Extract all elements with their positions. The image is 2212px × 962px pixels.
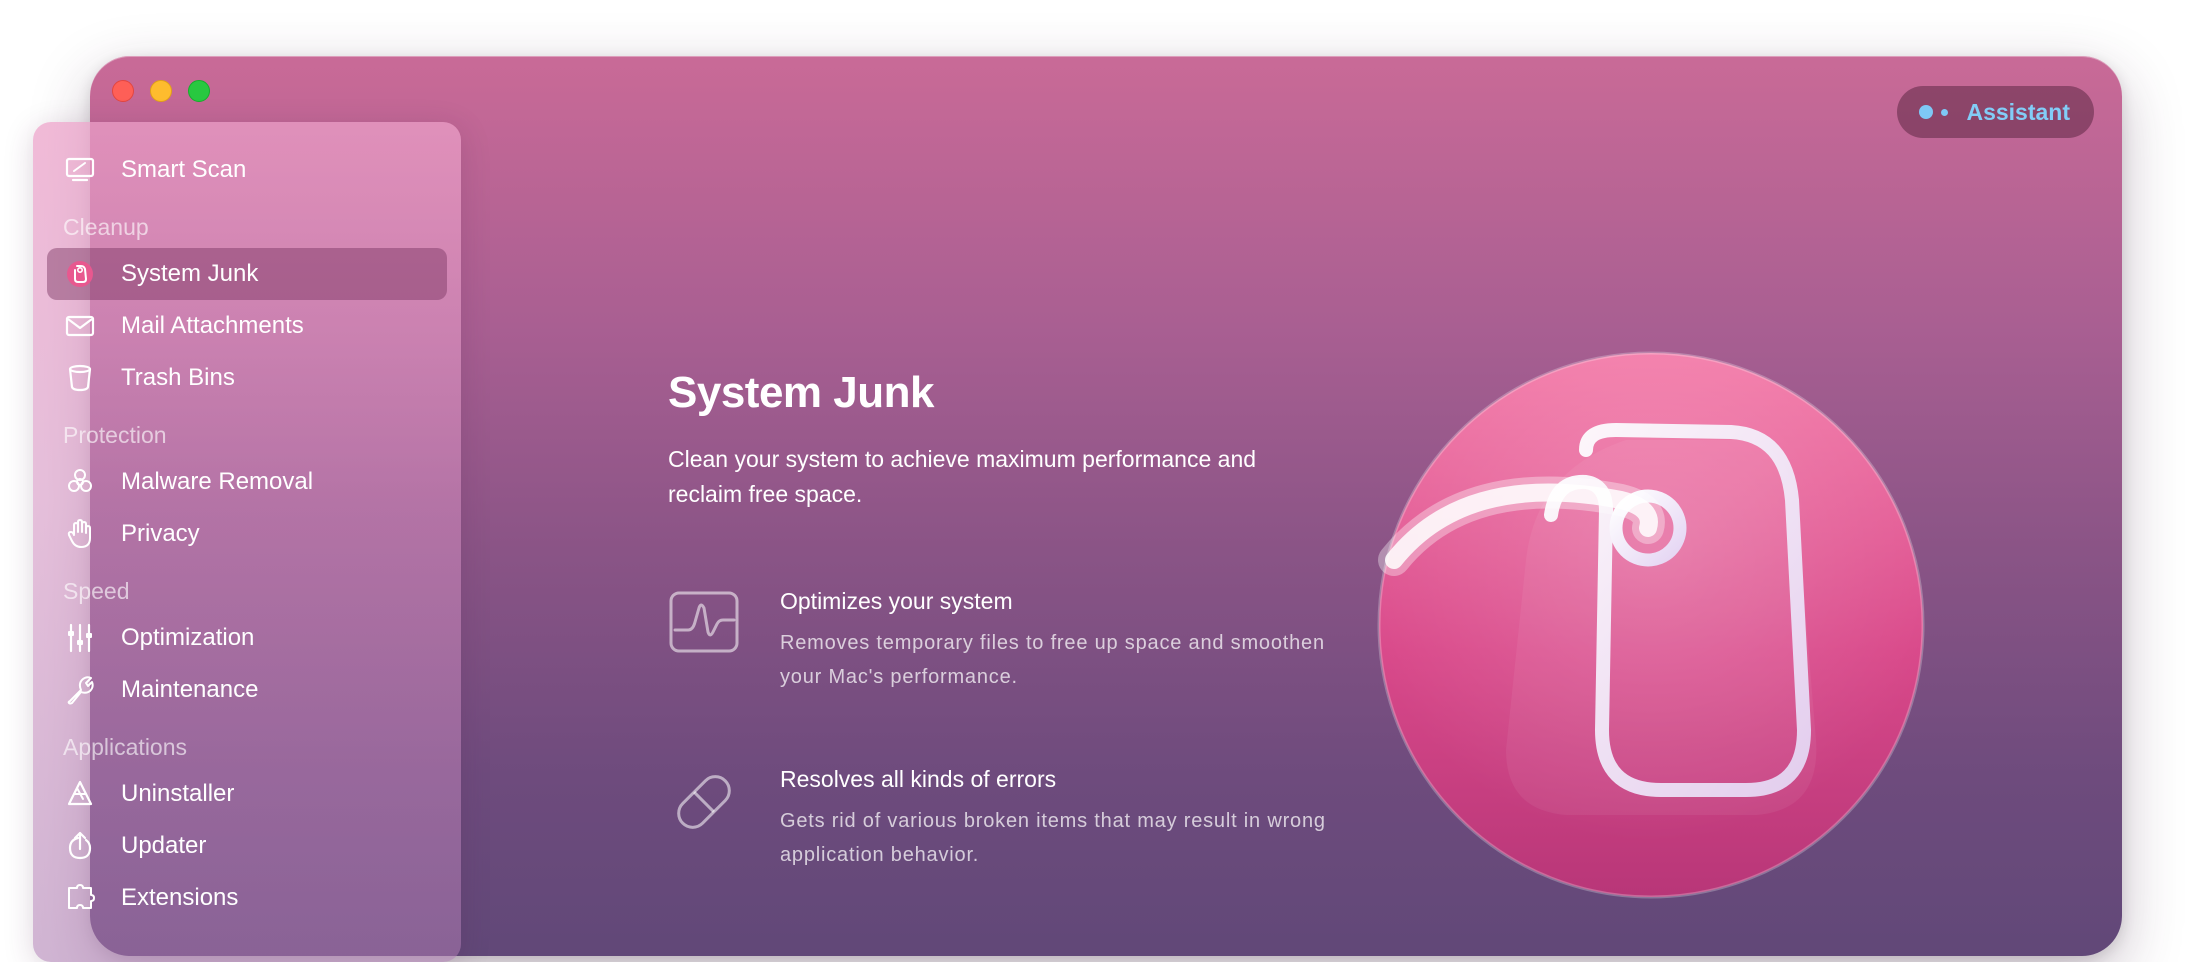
sidebar-item-label: Updater	[121, 832, 207, 859]
close-button[interactable]	[112, 80, 134, 102]
sidebar-item-system-junk[interactable]: System Junk	[47, 248, 447, 300]
sidebar-item-maintenance[interactable]: Maintenance	[47, 664, 447, 716]
assistant-dot-icon	[1919, 105, 1934, 119]
sidebar-item-trash-bins[interactable]: Trash Bins	[47, 352, 447, 404]
uninstaller-icon	[63, 777, 97, 811]
system-junk-icon	[63, 257, 97, 291]
feature-title: Resolves all kinds of errors	[780, 766, 1057, 792]
sidebar-item-mail-attachments[interactable]: Mail Attachments	[47, 300, 447, 352]
feature-description: Removes temporary files to free up space…	[780, 632, 1325, 688]
sidebar-item-malware-removal[interactable]: Malware Removal	[47, 456, 447, 508]
sidebar-section-title: Speed	[63, 577, 130, 604]
sidebar-item-optimization[interactable]: Optimization	[47, 612, 447, 664]
biohazard-icon	[63, 465, 97, 499]
minimize-button[interactable]	[150, 80, 172, 102]
assistant-small-dot-icon	[1941, 108, 1949, 116]
page-title: System Junk	[668, 368, 934, 417]
feature-title: Optimizes your system	[780, 588, 1013, 614]
zoom-button[interactable]	[188, 80, 210, 102]
pulse-monitor-icon	[669, 591, 739, 653]
sidebar-item-uninstaller[interactable]: Uninstaller	[47, 768, 447, 820]
sidebar: Smart Scan Cleanup System Junk Mail Atta…	[33, 122, 461, 962]
sidebar-item-label: System Junk	[121, 260, 259, 287]
envelope-icon	[63, 309, 97, 343]
sidebar-section-title: Applications	[63, 733, 188, 760]
sidebar-section-title: Cleanup	[63, 213, 149, 240]
sidebar-item-label: Maintenance	[121, 676, 259, 703]
sidebar-section-title: Protection	[63, 421, 167, 448]
assistant-button[interactable]: Assistant	[1897, 86, 2094, 138]
trash-bin-icon	[63, 361, 97, 395]
sidebar-item-label: Optimization	[121, 624, 255, 651]
feature-description: Gets rid of various broken items that ma…	[780, 810, 1326, 866]
sidebar-item-extensions[interactable]: Extensions	[47, 872, 447, 924]
window-controls	[112, 80, 210, 102]
system-junk-hero-icon	[1377, 351, 1925, 899]
sidebar-item-smart-scan[interactable]: Smart Scan	[47, 144, 447, 196]
sidebar-item-updater[interactable]: Updater	[47, 820, 447, 872]
sidebar-item-label: Trash Bins	[121, 364, 235, 391]
page-subtitle: Clean your system to achieve maximum per…	[668, 446, 1257, 507]
pill-icon	[677, 775, 731, 829]
sidebar-item-label: Mail Attachments	[121, 312, 304, 339]
sidebar-item-label: Smart Scan	[121, 156, 247, 183]
assistant-label: Assistant	[1966, 98, 2070, 125]
smart-scan-icon	[63, 153, 97, 187]
updater-icon	[63, 829, 97, 863]
sidebar-item-label: Extensions	[121, 884, 239, 911]
wrench-icon	[63, 673, 97, 707]
hand-icon	[63, 517, 97, 551]
extensions-icon	[63, 881, 97, 915]
sidebar-item-privacy[interactable]: Privacy	[47, 508, 447, 560]
sliders-icon	[63, 621, 97, 655]
sidebar-item-label: Malware Removal	[121, 468, 314, 495]
sidebar-item-label: Privacy	[121, 520, 200, 547]
sidebar-item-label: Uninstaller	[121, 780, 235, 807]
